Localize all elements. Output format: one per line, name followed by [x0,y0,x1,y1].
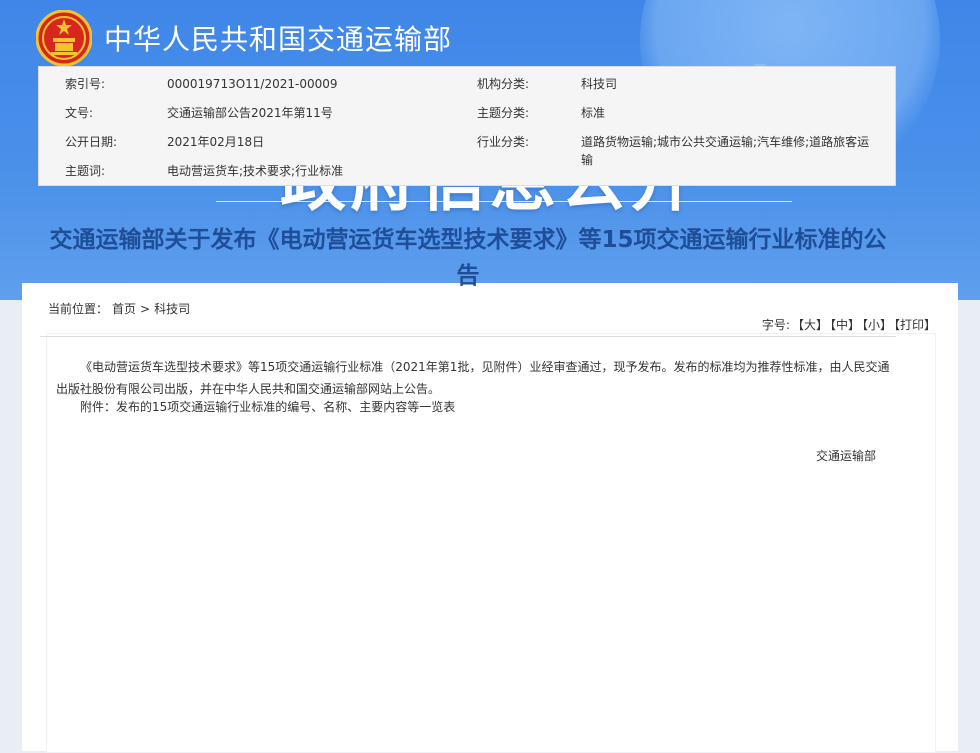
breadcrumb-current-link[interactable]: 科技司 [154,302,190,316]
breadcrumb-home-link[interactable]: 首页 [112,302,136,316]
national-emblem-icon [36,10,92,66]
breadcrumb-label: 当前位置： [48,302,109,316]
font-large-button[interactable]: 【大】 [792,318,828,332]
doc-number-label: 文号: [65,106,94,120]
title-underline [216,201,792,202]
keywords-value: 电动营运货车;技术要求;行业标准 [167,164,344,178]
industry-value: 道路货物运输;城市公共交通运输;汽车维修;道路旅客运输 [581,135,870,167]
industry-label: 行业分类: [477,135,530,149]
breadcrumb: 当前位置： 首页 > 科技司 [48,300,194,317]
content-card: 当前位置： 首页 > 科技司 [22,283,958,753]
font-medium-button[interactable]: 【中】 [830,318,860,332]
index-label: 索引号: [65,77,106,91]
body-paragraph: 《电动营运货车选型技术要求》等15项交通运输行业标准（2021年第1批，见附件）… [56,360,890,396]
document-title: 交通运输部关于发布《电动营运货车选型技术要求》等15项交通运输行业标准的公告 [49,227,887,289]
metadata-table: 索引号: 000019713O11/2021-00009 机构分类: 科技司 文… [38,66,896,186]
attachment-paragraph[interactable]: 附件：发布的15项交通运输行业标准的编号、名称、主要内容等一览表 [80,396,900,418]
ministry-name: 中华人民共和国交通运输部 [104,23,453,56]
font-size-tools: 字号: 【大】 【中】 【小】 【打印】 [760,316,936,333]
publish-date-label: 公开日期: [65,135,118,149]
font-small-button[interactable]: 【小】 [862,318,892,332]
breadcrumb-separator: > [140,302,151,316]
org-value: 科技司 [581,77,618,91]
org-label: 机构分类: [477,77,530,91]
keywords-label: 主题词: [65,164,106,178]
publish-date-value: 2021年02月18日 [167,135,265,149]
print-button[interactable]: 【打印】 [894,318,936,332]
content-divider [40,336,896,337]
topic-value: 标准 [581,106,606,120]
font-size-label: 字号: [761,318,790,332]
doc-number-value: 交通运输部公告2021年第11号 [167,106,333,120]
topic-label: 主题分类: [477,106,530,120]
index-value: 000019713O11/2021-00009 [167,77,338,91]
signature: 交通运输部 [816,449,877,463]
